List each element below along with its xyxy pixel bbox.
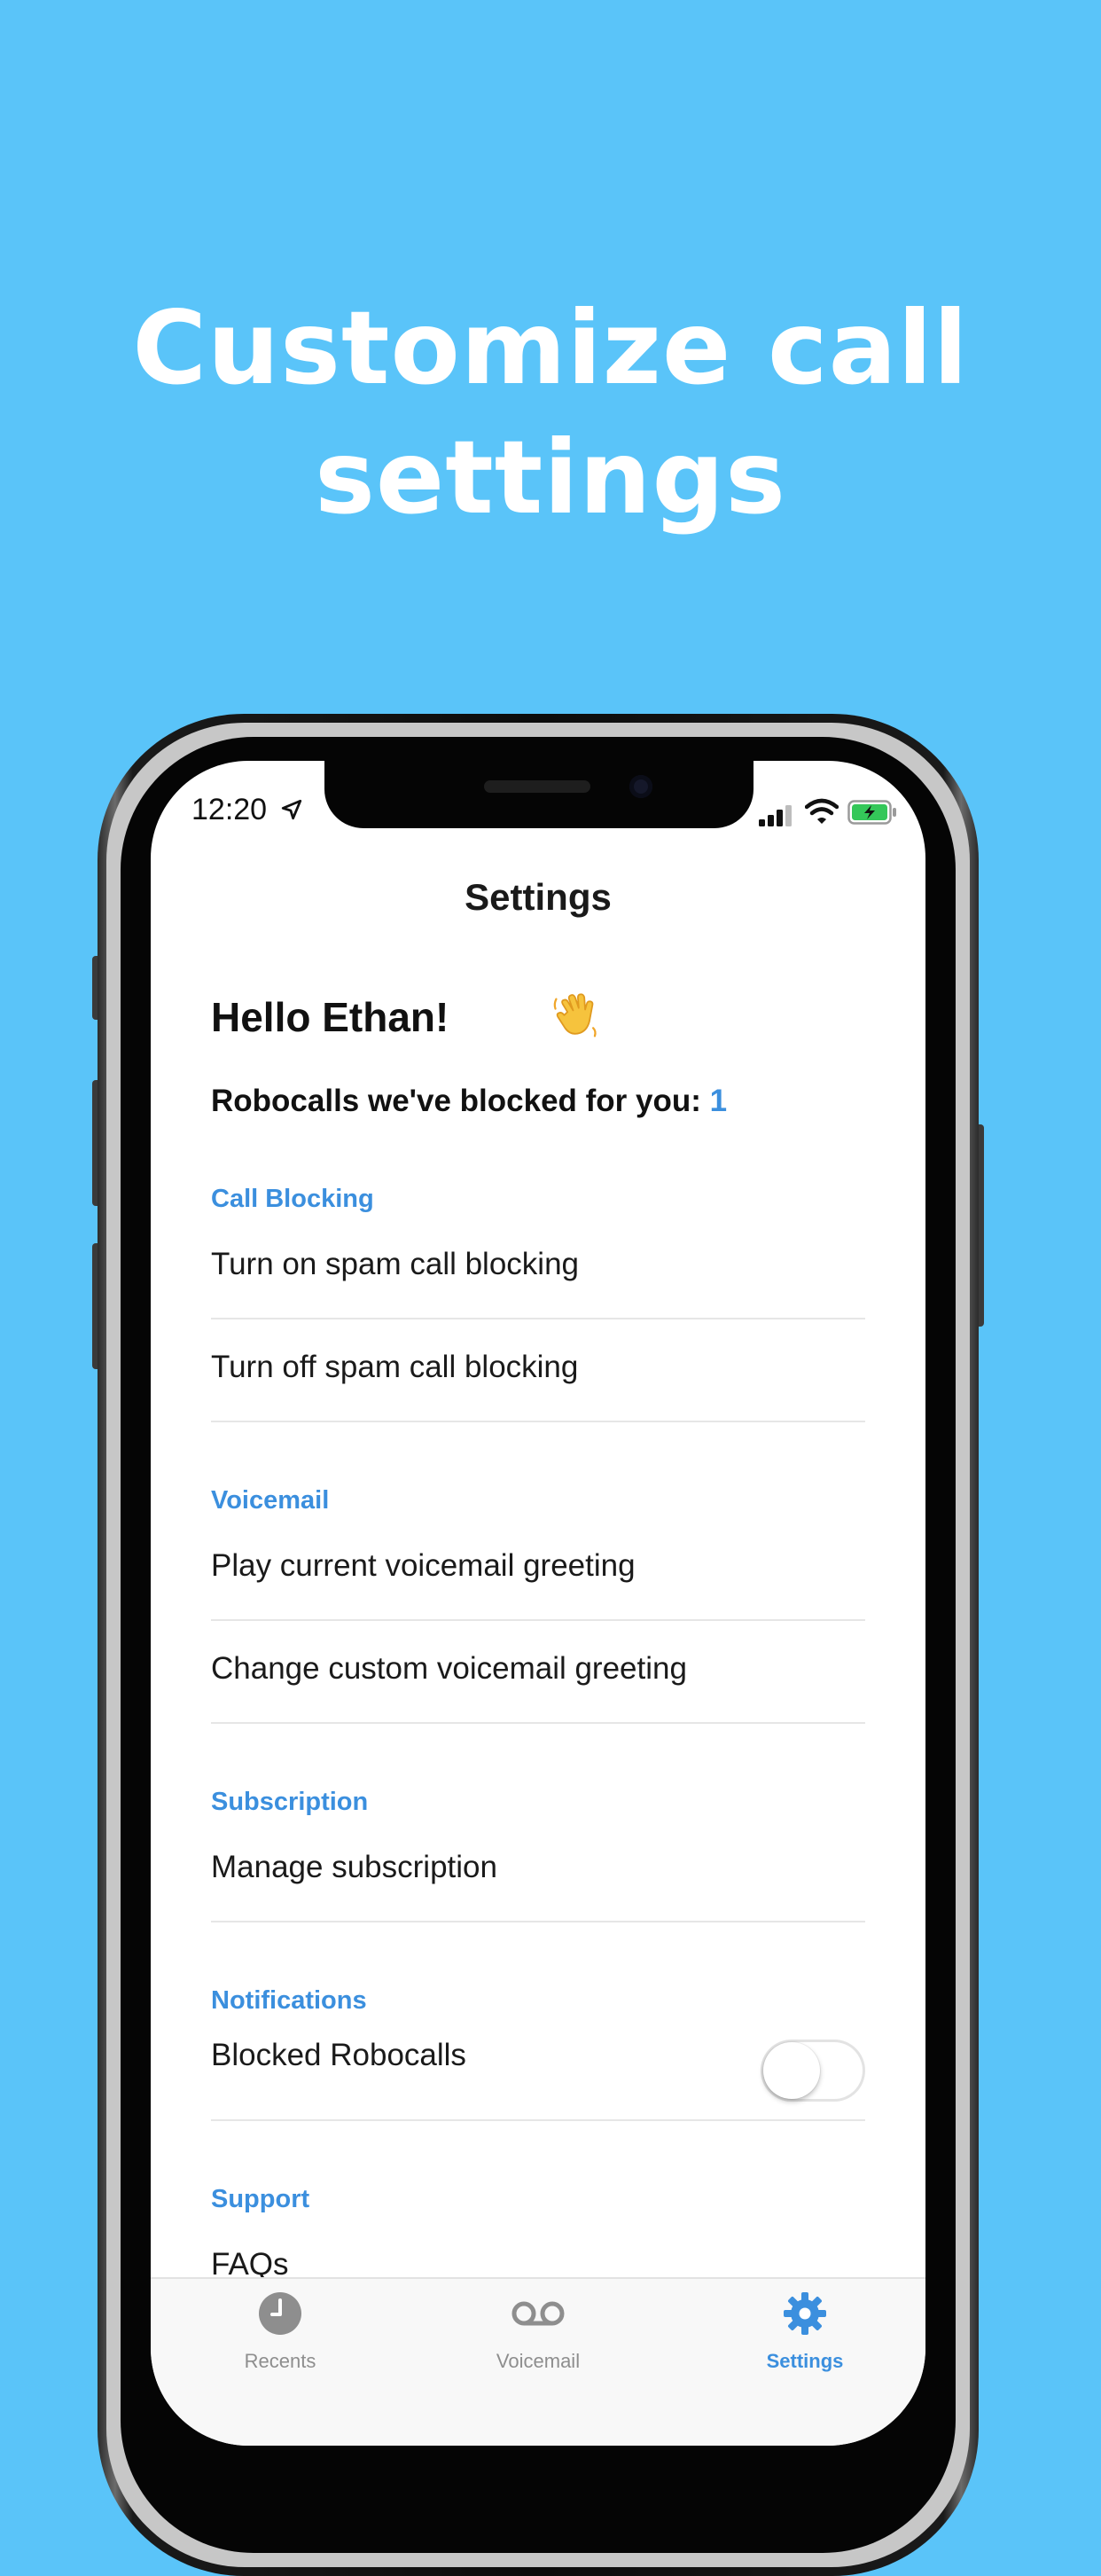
- headline: Customize call settings: [0, 284, 1101, 543]
- location-arrow-icon: [281, 799, 302, 820]
- section-header-support: Support: [211, 2185, 310, 2213]
- toggle-knob: [763, 2042, 820, 2099]
- tab-label-voicemail: Voicemail: [496, 2350, 581, 2372]
- row-manage-subscription[interactable]: Manage subscription: [211, 1850, 867, 1885]
- tab-recents[interactable]: Recents: [191, 2279, 369, 2385]
- waving-hand-icon: [553, 993, 597, 1037]
- phone-screen: 12:20 Settings Hello Ethan! Robocalls we…: [151, 761, 925, 2446]
- row-play-voicemail-greeting[interactable]: Play current voicemail greeting: [211, 1548, 867, 1584]
- tab-label-settings: Settings: [766, 2350, 844, 2372]
- battery-icon: [847, 800, 896, 825]
- speaker-grille: [484, 780, 590, 793]
- row-change-voicemail-greeting[interactable]: Change custom voicemail greeting: [211, 1651, 867, 1687]
- blocked-robocalls-toggle[interactable]: [761, 2040, 865, 2102]
- blocked-count-label: Robocalls we've blocked for you:: [211, 1084, 701, 1118]
- tab-voicemail[interactable]: Voicemail: [449, 2279, 627, 2385]
- divider: [211, 1318, 865, 1319]
- divider: [211, 1921, 865, 1922]
- row-turn-off-spam-blocking[interactable]: Turn off spam call blocking: [211, 1350, 867, 1385]
- cellular-signal-icon: [759, 805, 792, 826]
- divider: [211, 1722, 865, 1724]
- divider: [211, 2119, 865, 2121]
- section-header-call-blocking: Call Blocking: [211, 1185, 374, 1213]
- tab-settings[interactable]: Settings: [716, 2279, 894, 2385]
- divider: [211, 1421, 865, 1422]
- wifi-icon: [805, 798, 839, 824]
- blocked-count-line: Robocalls we've blocked for you: 1: [211, 1084, 727, 1119]
- voicemail-icon: [511, 2301, 565, 2326]
- tab-bar: Recents Voicemail Settings: [151, 2277, 925, 2446]
- front-camera: [629, 775, 652, 798]
- headline-line-2: settings: [315, 419, 786, 536]
- clock-icon: [259, 2292, 301, 2335]
- notch: [324, 761, 754, 828]
- divider: [211, 1619, 865, 1621]
- row-turn-on-spam-blocking[interactable]: Turn on spam call blocking: [211, 1247, 867, 1282]
- greeting-text: Hello Ethan!: [211, 994, 449, 1040]
- section-header-subscription: Subscription: [211, 1788, 369, 1816]
- section-header-notifications: Notifications: [211, 1986, 367, 2015]
- blocked-count-value: 1: [709, 1084, 728, 1118]
- tab-label-recents: Recents: [244, 2350, 316, 2372]
- status-time: 12:20: [191, 793, 268, 826]
- section-header-voicemail: Voicemail: [211, 1486, 330, 1515]
- gear-icon: [784, 2292, 826, 2335]
- page-title: Settings: [465, 876, 612, 918]
- headline-line-1: Customize call: [132, 289, 969, 407]
